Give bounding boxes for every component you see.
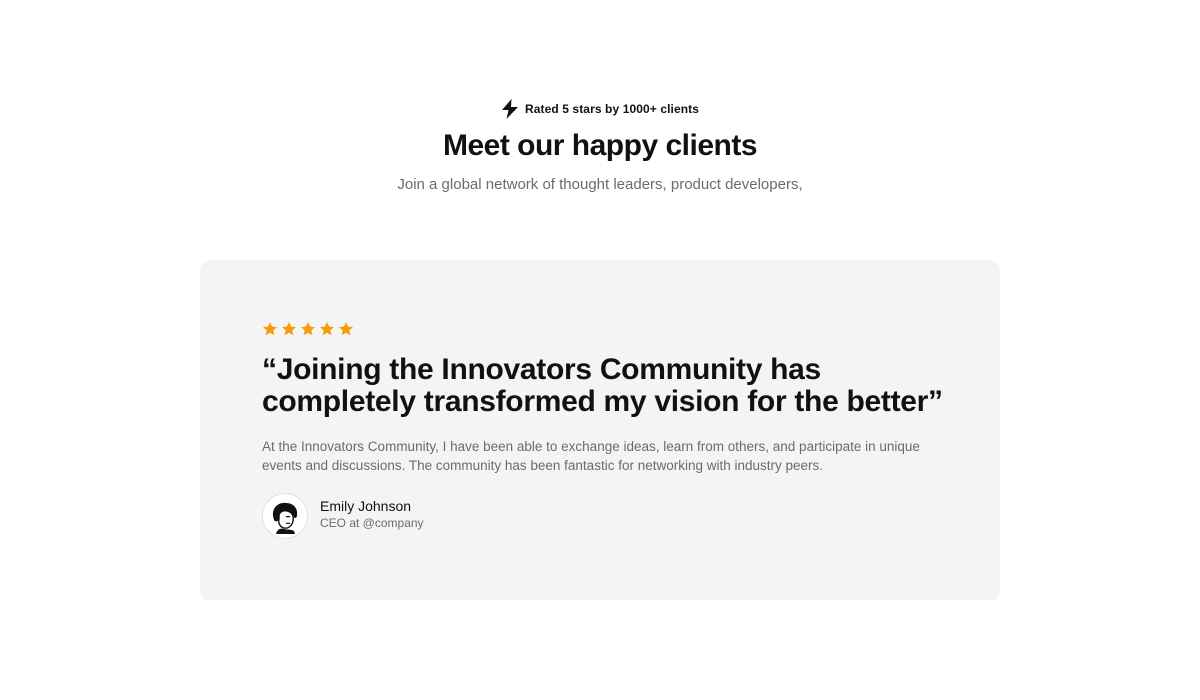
author-role: CEO at @company — [320, 516, 424, 530]
author-name: Emily Johnson — [320, 498, 412, 514]
star-icon — [338, 321, 354, 337]
star-icon — [319, 321, 335, 337]
page-title: Meet our happy clients — [442, 129, 758, 162]
page-subtitle: Join a global network of thought leaders… — [397, 176, 803, 193]
testimonial-body: At the Innovators Community, I have been… — [262, 439, 920, 473]
star-icon — [300, 321, 316, 337]
star-rating — [262, 321, 354, 337]
avatar-illustration — [272, 502, 298, 534]
lightning-bolt-icon — [501, 99, 519, 119]
testimonial-quote: “Joining the Innovators Community has co… — [262, 353, 943, 418]
testimonial-author: Emily Johnson CEO at @company — [262, 493, 424, 539]
star-icon — [281, 321, 297, 337]
avatar — [262, 493, 308, 539]
testimonial-card: “Joining the Innovators Community has co… — [200, 260, 1000, 600]
rating-badge-text: Rated 5 stars by 1000+ clients — [524, 102, 700, 116]
star-icon — [262, 321, 278, 337]
rating-badge: Rated 5 stars by 1000+ clients — [0, 99, 1200, 119]
